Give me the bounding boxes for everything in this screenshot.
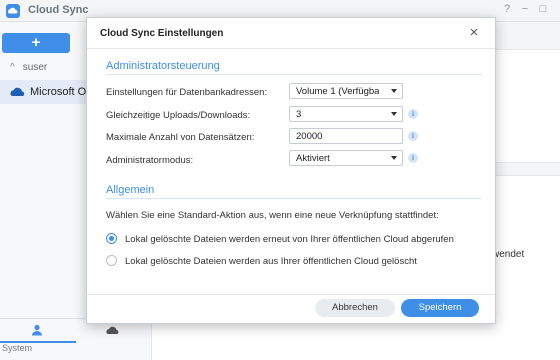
- section-title-general: Allgemein: [106, 184, 155, 196]
- radio-delete-from-cloud[interactable]: [106, 255, 117, 266]
- concurrent-transfers-label: Gleichzeitige Uploads/Downloads:: [106, 110, 251, 121]
- admin-mode-select[interactable]: Aktiviert: [289, 150, 403, 166]
- chevron-down-icon: [391, 112, 397, 116]
- cloud-icon: [106, 326, 119, 334]
- db-address-label: Einstellungen für Datenbankadressen:: [106, 87, 268, 98]
- max-records-value: 20000: [296, 131, 323, 142]
- admin-mode-value: Aktiviert: [296, 153, 330, 164]
- save-button[interactable]: Speichern: [401, 299, 479, 317]
- section-divider: [106, 198, 482, 199]
- concurrent-transfers-value: 3: [296, 109, 302, 120]
- db-address-select[interactable]: Volume 1 (Verfügba: [289, 83, 403, 99]
- settings-dialog: Cloud Sync Einstellungen × Administrator…: [86, 17, 496, 324]
- radio-restore-label[interactable]: Lokal gelöschte Dateien werden erneut vo…: [125, 234, 454, 245]
- max-records-label: Maximale Anzahl von Datensätzen:: [106, 132, 255, 143]
- info-icon[interactable]: i: [408, 153, 418, 163]
- user-icon: [32, 324, 42, 336]
- sidebar-item-label: Microsoft On: [30, 86, 93, 98]
- max-records-input[interactable]: 20000: [289, 128, 403, 144]
- dialog-header-divider: [87, 48, 495, 49]
- chevron-down-icon: [391, 89, 397, 93]
- add-button[interactable]: +: [2, 33, 70, 53]
- cloud-icon: [10, 87, 25, 96]
- maximize-icon[interactable]: □: [536, 3, 550, 15]
- background-text: wendet: [492, 249, 525, 260]
- admin-mode-label: Administratormodus:: [106, 155, 194, 166]
- minimize-icon[interactable]: −: [518, 3, 532, 15]
- app-title: Cloud Sync: [28, 4, 89, 16]
- chevron-up-icon: ^: [10, 62, 15, 73]
- help-icon[interactable]: ?: [500, 3, 514, 15]
- cloud-sync-logo-icon: [6, 4, 20, 18]
- info-icon[interactable]: i: [408, 109, 418, 119]
- tab-user[interactable]: [0, 319, 76, 343]
- radio-delete-label[interactable]: Lokal gelöschte Dateien werden aus Ihrer…: [125, 256, 417, 267]
- dialog-footer-divider: [87, 294, 495, 295]
- concurrent-transfers-select[interactable]: 3: [289, 106, 403, 122]
- user-label: suser: [22, 62, 48, 73]
- section-divider: [106, 74, 482, 75]
- radio-restore-from-cloud[interactable]: [106, 233, 117, 244]
- user-group[interactable]: ^ suser: [10, 62, 47, 73]
- section-title-admin: Administratorsteuerung: [106, 60, 220, 72]
- dialog-title: Cloud Sync Einstellungen: [100, 28, 224, 39]
- close-icon[interactable]: ×: [467, 24, 481, 42]
- cancel-button[interactable]: Abbrechen: [315, 299, 395, 317]
- system-label: System: [2, 343, 33, 353]
- info-icon[interactable]: i: [408, 131, 418, 141]
- default-action-description: Wählen Sie eine Standard-Aktion aus, wen…: [106, 210, 439, 221]
- db-address-value: Volume 1 (Verfügba: [296, 86, 380, 97]
- chevron-down-icon: [391, 156, 397, 160]
